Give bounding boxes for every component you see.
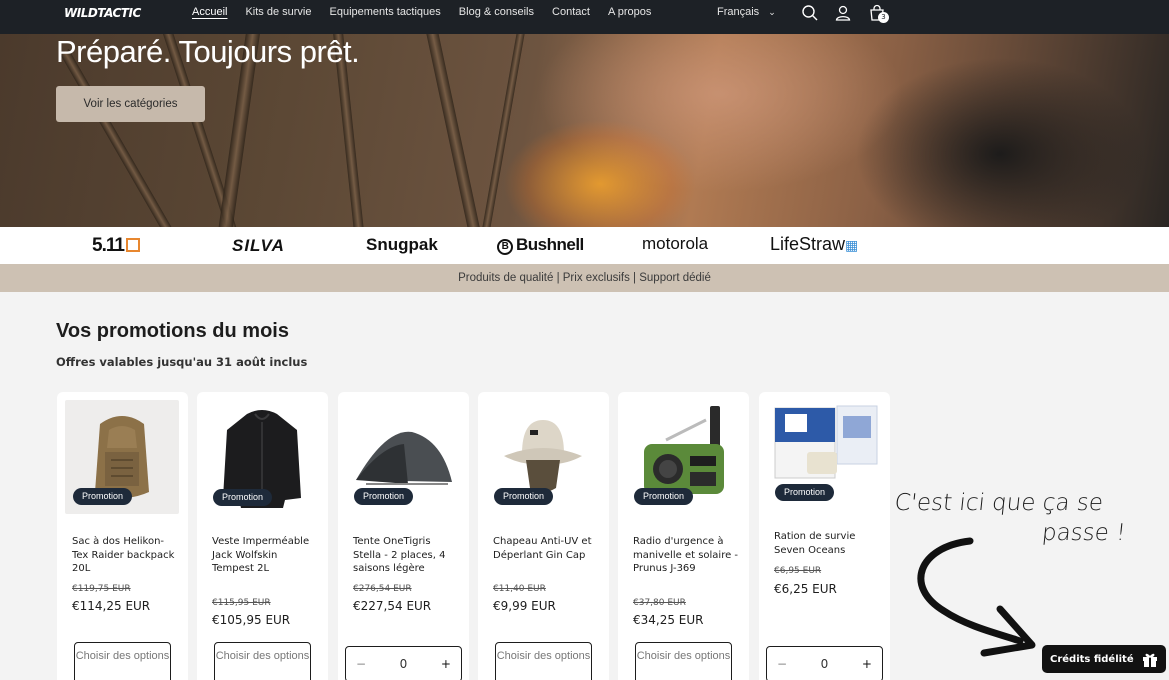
chevron-down-icon: ⌄ [768,7,776,17]
hero-bg-stick [474,34,528,227]
top-navigation-bar: WILDTACTIC Accueil Kits de survie Equipe… [0,0,1169,34]
product-old-price: €6,95 EUR [774,566,822,576]
product-old-price: €11,40 EUR [493,584,546,594]
product-image[interactable]: Promotion [346,400,460,514]
promotions-subtitle: Offres valables jusqu'au 31 août inclus [56,355,308,369]
brand-snugpak-logo[interactable]: Snugpak [366,235,438,255]
quantity-value[interactable]: 0 [821,657,829,671]
choose-options-button[interactable]: Choisir des options [635,642,732,680]
promotion-badge: Promotion [354,488,414,505]
loyalty-credits-label: Crédits fidélité [1050,653,1134,665]
product-name[interactable]: Radio d'urgence à manivelle et solaire -… [633,535,739,576]
hero-title: Préparé. Toujours prêt. [56,34,360,69]
main-nav: Accueil Kits de survie Equipements tacti… [192,6,669,18]
product-card[interactable]: Promotion Chapeau Anti-UV et Déperlant G… [478,392,609,680]
nav-home[interactable]: Accueil [192,6,227,18]
quantity-stepper[interactable]: − 0 + [345,646,462,680]
product-old-price: €119,75 EUR [72,584,131,594]
product-name[interactable]: Veste Imperméable Jack Wolfskin Tempest … [212,535,318,576]
gift-icon [1142,653,1157,667]
hero-banner: Préparé. Toujours prêt. Voir les catégor… [0,34,1169,227]
product-name[interactable]: Ration de survie Seven Oceans [774,530,880,557]
product-price: €6,25 EUR [774,582,837,596]
annotation-line-1: C'est ici que ça se [893,490,1105,516]
product-name[interactable]: Sac à dos Helikon-Tex Raider backpack 20… [72,535,178,576]
nav-blog[interactable]: Blog & conseils [459,6,534,18]
brand-511-logo[interactable]: 5.11 [92,235,140,257]
choose-options-button[interactable]: Choisir des options [74,642,171,680]
product-old-price: €276,54 EUR [353,584,412,594]
brand-label: Bushnell [516,235,584,254]
nav-contact[interactable]: Contact [552,6,590,18]
nav-survival-kits[interactable]: Kits de survie [245,6,311,18]
brand-label: 5.11 [92,235,125,256]
quantity-decrease-button[interactable]: − [356,657,366,671]
promotion-badge: Promotion [775,484,835,501]
product-name[interactable]: Tente OneTigris Stella - 2 places, 4 sai… [353,535,459,576]
arrow-icon [917,537,1036,657]
search-icon[interactable] [801,4,819,22]
cart-count-badge: 3 [878,12,889,23]
product-image[interactable]: Promotion [767,400,881,510]
bushnell-b-mark: B [497,239,513,255]
quantity-increase-button[interactable]: + [862,657,872,671]
product-image[interactable]: Promotion [205,400,319,514]
promotions-title: Vos promotions du mois [56,320,289,342]
product-price: €105,95 EUR [212,613,291,627]
view-categories-button[interactable]: Voir les catégories [56,86,205,122]
product-image[interactable]: Promotion [626,400,740,514]
quantity-value[interactable]: 0 [400,657,408,671]
product-card[interactable]: Promotion Sac à dos Helikon-Tex Raider b… [57,392,188,680]
language-selector[interactable]: Français ⌄ [717,6,776,18]
brand-511-mark [125,238,140,252]
product-image[interactable]: Promotion [65,400,179,514]
product-price: €114,25 EUR [72,599,151,613]
quantity-increase-button[interactable]: + [441,657,451,671]
promotion-badge: Promotion [73,488,133,505]
product-old-price: €37,80 EUR [633,598,686,608]
quantity-stepper[interactable]: − 0 + [766,646,883,680]
brand-bushnell-logo[interactable]: B Bushnell [497,235,584,255]
product-price: €227,54 EUR [353,599,432,613]
brand-lifestraw-logo[interactable]: LifeStraw▦ [770,234,858,255]
brand-logo-row: 5.11 SILVA Snugpak B Bushnell motorola Li… [0,227,1169,264]
language-label: Français [717,6,760,18]
product-price: €9,99 EUR [493,599,556,613]
hero-bg-stick [420,34,486,227]
choose-options-button[interactable]: Choisir des options [495,642,592,680]
product-price: €34,25 EUR [633,613,704,627]
product-card[interactable]: Promotion Veste Imperméable Jack Wolfski… [197,392,328,680]
value-proposition-strip: Produits de qualité | Prix exclusifs | S… [0,264,1169,292]
loyalty-credits-button[interactable]: Crédits fidélité [1042,645,1166,673]
site-logo[interactable]: WILDTACTIC [64,6,141,20]
product-image[interactable]: Promotion [486,400,600,514]
account-icon[interactable] [834,4,852,22]
promotion-badge: Promotion [634,488,694,505]
promotion-badge: Promotion [494,488,554,505]
product-name[interactable]: Chapeau Anti-UV et Déperlant Gin Cap [493,535,599,562]
nav-about[interactable]: A propos [608,6,651,18]
quantity-decrease-button[interactable]: − [777,657,787,671]
choose-options-button[interactable]: Choisir des options [214,642,311,680]
promotion-badge: Promotion [213,489,273,506]
product-card[interactable]: Promotion Ration de survie Seven Oceans … [759,392,890,680]
brand-motorola-logo[interactable]: motorola [642,234,708,254]
product-card[interactable]: Promotion Radio d'urgence à manivelle et… [618,392,749,680]
product-card[interactable]: Promotion Tente OneTigris Stella - 2 pla… [338,392,469,680]
lifestraw-grid-mark: ▦ [845,237,859,253]
nav-tactical-equipment[interactable]: Equipements tactiques [330,6,441,18]
product-old-price: €115,95 EUR [212,598,271,608]
brand-silva-logo[interactable]: SILVA [232,236,285,256]
brand-label: LifeStraw [770,234,846,254]
